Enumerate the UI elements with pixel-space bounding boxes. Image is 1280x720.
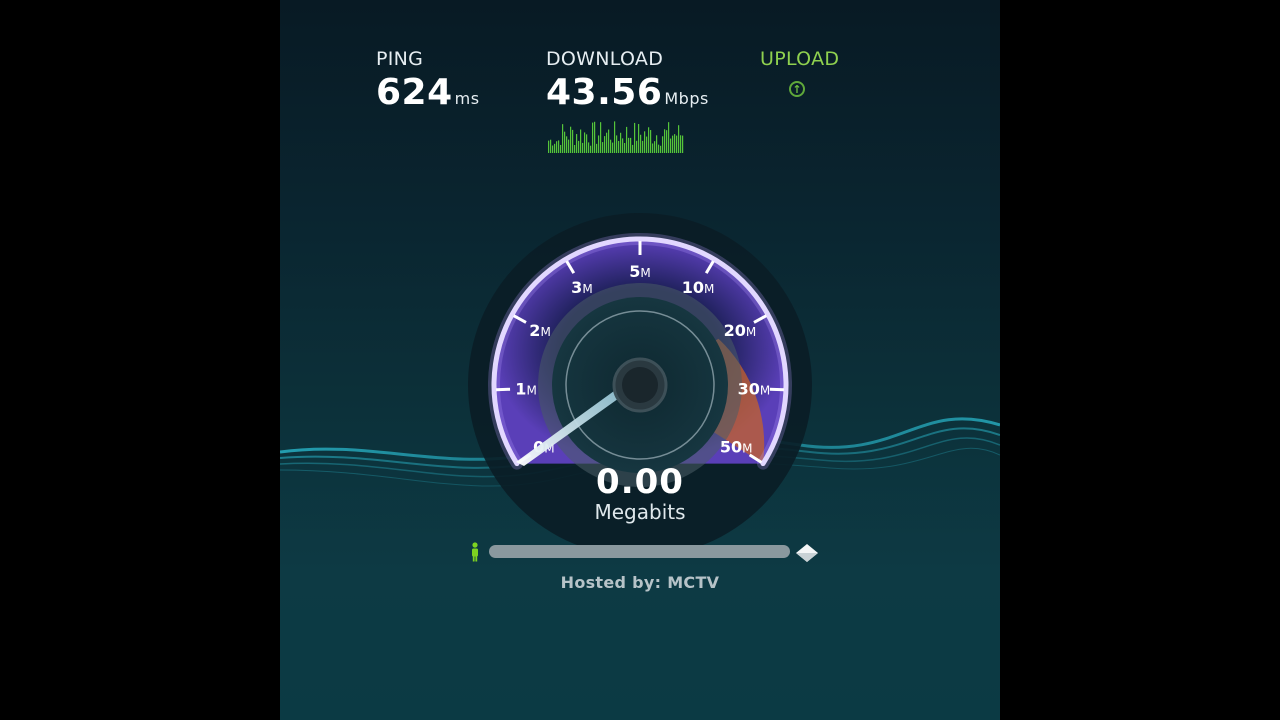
- download-label: DOWNLOAD: [546, 48, 664, 70]
- download-graph-bar: [576, 134, 578, 153]
- download-graph-bar: [602, 142, 604, 153]
- download-graph-bar: [672, 135, 674, 153]
- download-graph-bar: [682, 135, 684, 153]
- download-graph-bar: [642, 140, 644, 153]
- download-graph-bar: [622, 138, 624, 153]
- download-graph-bar: [666, 130, 668, 153]
- download-graph-bar: [628, 137, 630, 153]
- download-graph-bar: [564, 131, 566, 153]
- download-graph-bar: [584, 132, 586, 153]
- download-graph-bar: [578, 140, 580, 153]
- current-speed: 0.00: [596, 462, 684, 502]
- download-graph-bar: [568, 139, 570, 153]
- download-graph-bar: [556, 141, 558, 153]
- download-graph: [548, 121, 684, 153]
- download-graph-bar: [630, 137, 632, 153]
- download-graph-bar: [560, 144, 562, 153]
- download-graph-bar: [612, 142, 614, 153]
- ping-label: PING: [376, 48, 424, 70]
- download-unit: Mbps: [664, 89, 709, 108]
- download-graph-bar: [636, 140, 638, 153]
- test-progress-bar: [489, 545, 790, 558]
- download-graph-bar: [650, 130, 652, 153]
- ping-stat: PING 624 ms: [376, 48, 480, 113]
- download-graph-bar: [676, 135, 678, 153]
- download-graph-bar: [574, 145, 576, 153]
- download-graph-bar: [594, 121, 596, 153]
- download-graph-bar: [668, 122, 670, 153]
- download-graph-bar: [610, 139, 612, 153]
- download-graph-bar: [658, 144, 660, 153]
- download-graph-bar: [670, 138, 672, 153]
- download-graph-bar: [598, 135, 600, 153]
- download-graph-bar: [552, 145, 554, 153]
- download-value-row: 43.56 Mbps: [546, 72, 709, 113]
- server-icon: [796, 544, 818, 562]
- download-graph-bar: [562, 124, 564, 153]
- download-graph-bar: [604, 136, 606, 153]
- download-graph-bar: [634, 122, 636, 153]
- download-graph-bar: [558, 140, 560, 153]
- download-graph-bar: [608, 129, 610, 153]
- download-graph-bar: [586, 134, 588, 153]
- download-stat: DOWNLOAD 43.56 Mbps: [546, 48, 709, 153]
- download-graph-bar: [580, 129, 582, 153]
- upload-label: UPLOAD: [760, 48, 840, 70]
- ping-value: 624: [376, 72, 453, 113]
- download-graph-bar: [548, 140, 550, 153]
- download-graph-bar: [624, 143, 626, 153]
- download-graph-bar: [600, 122, 602, 153]
- download-graph-bar: [648, 127, 650, 153]
- download-graph-bar: [640, 134, 642, 153]
- download-graph-bar: [614, 121, 616, 153]
- download-graph-bar: [646, 136, 648, 153]
- ping-unit: ms: [454, 89, 480, 108]
- download-graph-bar: [678, 125, 680, 153]
- download-graph-bar: [570, 126, 572, 153]
- download-graph-bar: [590, 145, 592, 153]
- download-graph-bar: [588, 142, 590, 153]
- download-graph-bar: [652, 143, 654, 153]
- download-graph-bar: [618, 140, 620, 153]
- person-icon: [472, 542, 478, 562]
- hosted-by: Hosted by: MCTV: [560, 573, 720, 592]
- download-graph-bar: [664, 129, 666, 153]
- download-graph-bar: [656, 135, 658, 153]
- download-graph-bar: [566, 136, 568, 153]
- download-graph-bar: [616, 135, 618, 153]
- download-graph-bar: [620, 132, 622, 153]
- download-graph-bar: [550, 139, 552, 153]
- download-graph-bar: [626, 126, 628, 153]
- arrow-up-circle-icon: ↑: [789, 81, 805, 97]
- download-graph-bar: [606, 132, 608, 153]
- download-graph-bar: [554, 143, 556, 153]
- upload-stat: UPLOAD ↑: [760, 48, 840, 97]
- speed-unit: Megabits: [594, 500, 686, 524]
- download-graph-bar: [582, 142, 584, 153]
- download-graph-bar: [680, 135, 682, 153]
- download-graph-bar: [592, 122, 594, 153]
- download-graph-bar: [632, 144, 634, 153]
- download-graph-bar: [638, 124, 640, 153]
- download-graph-bar: [644, 131, 646, 153]
- download-graph-bar: [674, 134, 676, 153]
- download-graph-bar: [660, 145, 662, 153]
- download-graph-bar: [572, 129, 574, 153]
- speedtest-app: 0M1M2M3M5M10M20M30M50M PING 624ms DOWNLO…: [280, 0, 1000, 720]
- download-graph-bar: [596, 143, 598, 153]
- download-graph-bar: [654, 141, 656, 153]
- download-value: 43.56: [546, 72, 663, 113]
- ping-value-row: 624 ms: [376, 72, 480, 113]
- download-graph-bar: [662, 136, 664, 153]
